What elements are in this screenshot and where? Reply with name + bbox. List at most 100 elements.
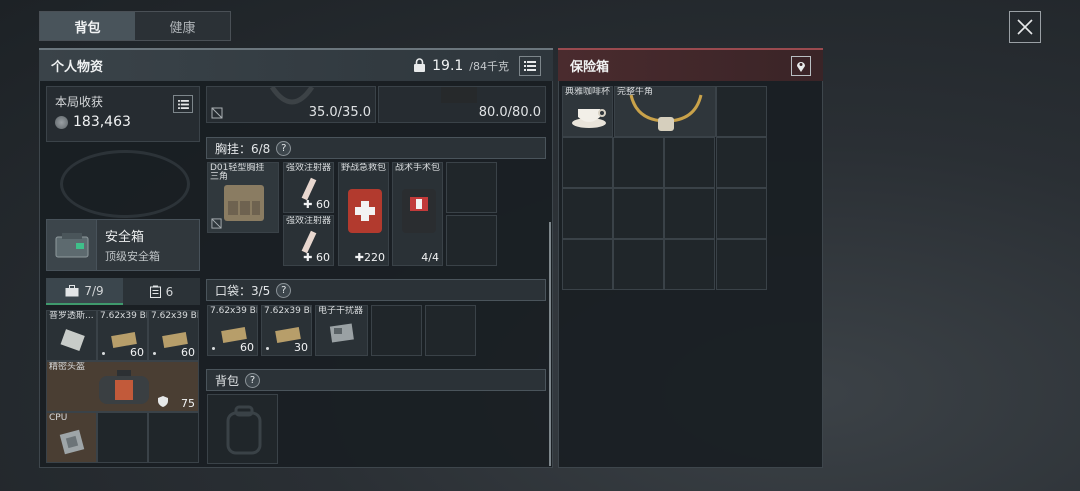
empty-slot[interactable]: [97, 412, 148, 463]
chest-rig-item[interactable]: 强效注射器 ✚ 60: [283, 162, 334, 213]
empty-slot[interactable]: [446, 215, 497, 266]
equipment-slot-armor[interactable]: 80.0/80.0: [378, 86, 546, 123]
sort-list-button[interactable]: [519, 55, 541, 76]
pocket-item[interactable]: 7.62x39 BP 30: [261, 305, 312, 356]
item-name: 战术手术包: [395, 163, 441, 173]
document-item-icon: [60, 329, 85, 352]
backpack-section: 背包 ?: [206, 369, 546, 391]
item-name: 强效注射器: [286, 216, 332, 226]
container-icon: [149, 285, 161, 298]
empty-slot[interactable]: [613, 137, 664, 188]
backpack-title: 背包: [215, 373, 240, 388]
empty-slot[interactable]: [664, 137, 715, 188]
briefcase-icon: [65, 284, 79, 296]
empty-slot[interactable]: [613, 188, 664, 239]
tab-health[interactable]: 健康: [135, 12, 230, 40]
items-count: 7/9: [84, 283, 104, 298]
item-count: 60: [240, 341, 254, 354]
inventory-slot[interactable]: 7.62x39 BP 60: [97, 310, 148, 361]
empty-slot[interactable]: [716, 239, 767, 290]
safebox-icon: [55, 233, 88, 258]
pocket-item[interactable]: 7.62x39 BP 60: [207, 305, 258, 356]
secure-header: 保险箱: [558, 48, 823, 81]
storage-count: 6: [165, 284, 174, 299]
earnings-label: 本局收获: [55, 95, 104, 109]
ammo-dot-icon: [212, 347, 215, 350]
earnings-list-button[interactable]: [173, 95, 193, 113]
empty-slot[interactable]: [562, 239, 613, 290]
close-button[interactable]: [1009, 11, 1041, 43]
weight-max: /84千克: [469, 59, 509, 73]
safebox-subtitle: 顶级安全箱: [105, 250, 160, 263]
equipment-slot-helmet[interactable]: 35.0/35.0: [206, 86, 376, 123]
empty-slot[interactable]: [562, 188, 613, 239]
pocket-item[interactable]: 电子干扰器: [315, 305, 368, 356]
help-icon[interactable]: ?: [245, 372, 261, 388]
surgical-kit-icon: [402, 189, 436, 233]
pocket-title: 口袋：3/5: [215, 283, 271, 298]
item-durability: 75: [181, 397, 195, 410]
chest-rig-title: 胸挂：6/8: [215, 141, 271, 156]
inventory-slot[interactable]: 精密头盔 75: [46, 361, 199, 412]
scrollbar[interactable]: [549, 222, 551, 466]
help-icon[interactable]: ?: [276, 282, 292, 298]
nodrop-icon: [211, 218, 222, 229]
faction-emblem: [60, 150, 190, 218]
earnings-value-row: 183,463: [55, 114, 191, 130]
empty-slot[interactable]: [716, 188, 767, 239]
item-count: 30: [294, 341, 308, 354]
tab-backpack[interactable]: 背包: [40, 12, 135, 40]
empty-slot[interactable]: [664, 188, 715, 239]
helmet-case-icon: [99, 370, 149, 404]
lock-icon: [414, 58, 426, 72]
ammo-dot-icon: [153, 352, 156, 355]
inventory-slot[interactable]: CPU: [46, 412, 97, 463]
chest-rig-item[interactable]: 野战急救包 ✚220: [338, 162, 389, 266]
chest-rig-section: 胸挂：6/8 ?: [206, 137, 546, 159]
durability-value: 35.0/35.0: [308, 105, 371, 120]
empty-slot[interactable]: [716, 137, 767, 188]
item-count: 60: [181, 346, 195, 359]
empty-slot[interactable]: [446, 162, 497, 213]
personal-title: 个人物资: [51, 60, 104, 75]
inventory-slot[interactable]: 7.62x39 BP 60: [148, 310, 199, 361]
empty-slot[interactable]: [716, 86, 767, 137]
item-name: 电子干扰器: [318, 306, 364, 316]
first-aid-kit-icon: [348, 189, 382, 233]
tab-items[interactable]: 7/9: [46, 278, 123, 305]
empty-slot[interactable]: [371, 305, 422, 356]
horn-trophy-icon: [629, 94, 703, 131]
empty-slot[interactable]: [148, 412, 199, 463]
armor-item-icon: [441, 87, 477, 103]
chest-rig-item[interactable]: 强效注射器 ✚ 60: [283, 215, 334, 266]
list-icon: [177, 99, 189, 109]
item-name: 7.62x39 BP: [264, 306, 312, 316]
item-count: 4/4: [421, 251, 439, 264]
help-icon[interactable]: ?: [276, 140, 292, 156]
secure-item[interactable]: 典雅咖啡杯: [562, 86, 613, 137]
secure-item[interactable]: 完整牛角: [614, 86, 716, 137]
empty-slot[interactable]: [613, 239, 664, 290]
nodrop-icon: [211, 107, 223, 119]
item-name: 7.62x39 BP: [151, 311, 199, 321]
safebox-card[interactable]: 安全箱 顶级安全箱: [46, 219, 200, 271]
inventory-slot[interactable]: 普罗透斯...: [46, 310, 97, 361]
item-count: ✚ 60: [303, 198, 330, 211]
close-icon: [1017, 19, 1033, 35]
safebox-image: [47, 220, 97, 270]
empty-slot[interactable]: [562, 137, 613, 188]
empty-slot[interactable]: [664, 239, 715, 290]
shield-icon: [158, 396, 168, 407]
durability-value: 80.0/80.0: [478, 105, 541, 120]
locate-button[interactable]: [791, 55, 811, 76]
backpack-slot[interactable]: [207, 394, 278, 464]
item-name: CPU: [49, 413, 68, 423]
chest-rig-item[interactable]: 战术手术包 4/4: [392, 162, 443, 266]
empty-slot[interactable]: [425, 305, 476, 356]
item-count: 60: [130, 346, 144, 359]
tab-storage[interactable]: 6: [123, 278, 200, 305]
secure-title: 保险箱: [570, 60, 610, 75]
chest-rig-item[interactable]: D01轻型胸挂 三角: [207, 162, 279, 233]
inventory-subtabs: 7/9 6: [46, 278, 200, 305]
pin-icon: [797, 61, 805, 72]
